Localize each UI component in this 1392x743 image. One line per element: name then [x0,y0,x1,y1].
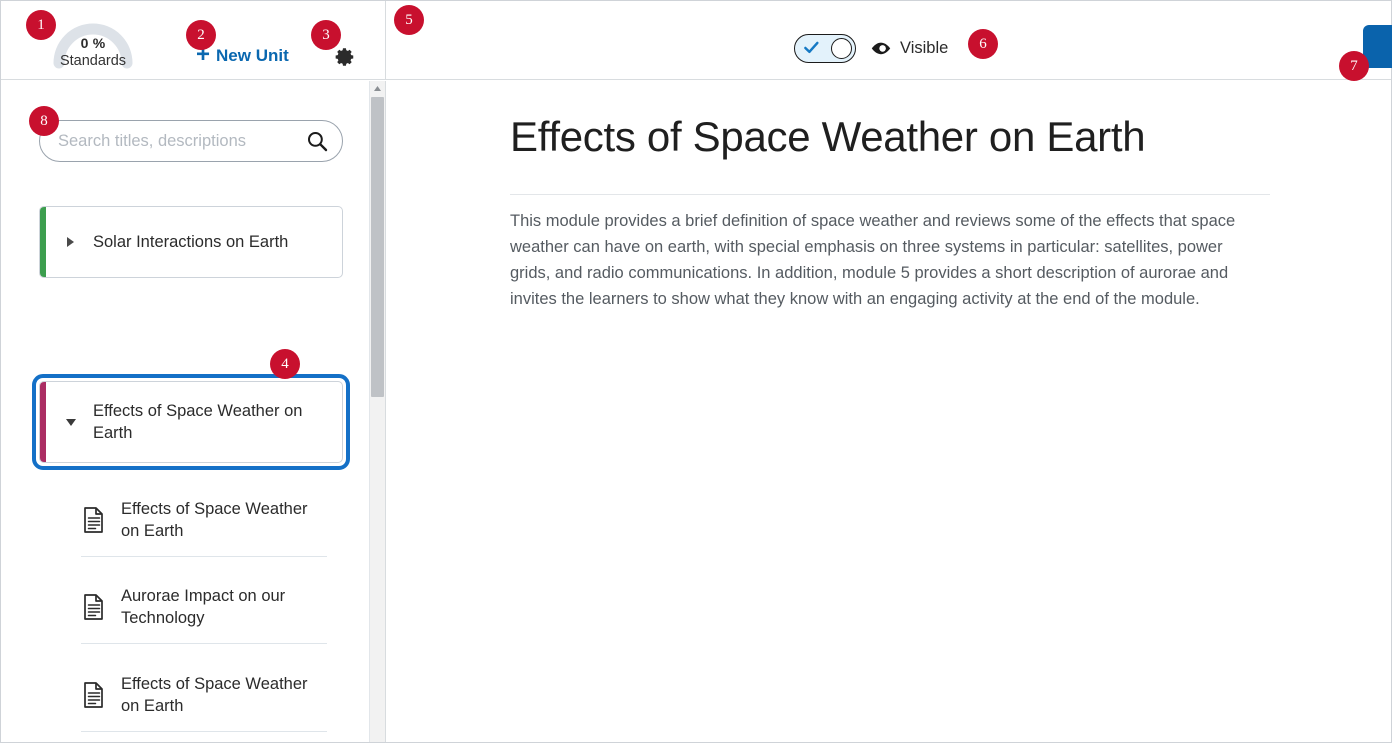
annotation-badge-6: 6 [968,29,998,59]
new-unit-label: New Unit [216,46,289,65]
visibility-toggle-group: Visible [794,34,948,63]
annotation-badge-5: 5 [394,5,424,35]
document-icon [81,594,107,620]
visible-label: Visible [900,39,949,57]
unit-card-solar-interactions[interactable]: Solar Interactions on Earth [39,206,343,278]
list-item[interactable]: Effects of Space Weather on Earth [81,484,327,557]
units-sidebar: Solar Interactions on Earth Effects of S… [1,81,385,742]
unit-title: Effects of Space Weather on Earth [93,402,303,442]
course-builder-app: 0 % Standards + New Unit Visible Search … [0,0,1392,743]
annotation-badge-4: 4 [270,349,300,379]
search-input[interactable] [58,131,300,151]
settings-button[interactable] [332,44,358,70]
new-unit-button[interactable]: + New Unit [196,43,289,68]
title-divider [510,194,1270,195]
search-box[interactable] [39,120,343,162]
lesson-title: Effects of Space Weather on Earth [121,500,308,540]
annotation-badge-7: 7 [1339,51,1369,81]
sidebar-scrollbar[interactable] [369,81,385,742]
unit-card-effects-of-space-weather[interactable]: Effects of Space Weather on Earth [39,381,343,463]
annotation-badge-3: 3 [311,20,341,50]
gear-icon [335,48,354,66]
annotation-badge-2: 2 [186,20,216,50]
search-button[interactable] [300,130,334,152]
standards-progress-gauge: 0 % Standards [47,13,139,69]
document-icon [81,682,107,708]
lesson-title: Effects of Space Weather on Earth [121,675,308,715]
toggle-knob [831,37,852,59]
unit-title: Solar Interactions on Earth [93,233,289,251]
eye-icon [870,41,892,56]
list-item[interactable]: Effects of Space Weather on Earth [81,659,327,732]
module-description: This module provides a brief definition … [510,212,1236,308]
annotation-badge-8: 8 [29,106,59,136]
annotation-badge-1: 1 [26,10,56,40]
unit-accent-bar [40,382,46,462]
visibility-toggle[interactable] [794,34,856,63]
list-item[interactable]: Aurorae Impact on our Technology [81,571,327,644]
module-detail-panel: Effects of Space Weather on Earth This m… [386,81,1391,742]
lesson-title: Aurorae Impact on our Technology [121,587,286,627]
check-icon [804,41,819,54]
caret-right-icon[interactable] [64,235,78,249]
page-title: Effects of Space Weather on Earth [510,113,1146,160]
caret-down-icon[interactable] [64,415,78,429]
unit-accent-bar [40,207,46,277]
document-icon [81,507,107,533]
scroll-up-arrow-icon[interactable] [370,81,385,96]
search-icon [307,131,328,152]
gauge-percent: 0 % [80,35,106,51]
scrollbar-thumb[interactable] [371,97,384,397]
toolbar-right-section: Visible Add Existing Create New [385,1,1392,80]
gauge-label: Standards [59,53,127,69]
